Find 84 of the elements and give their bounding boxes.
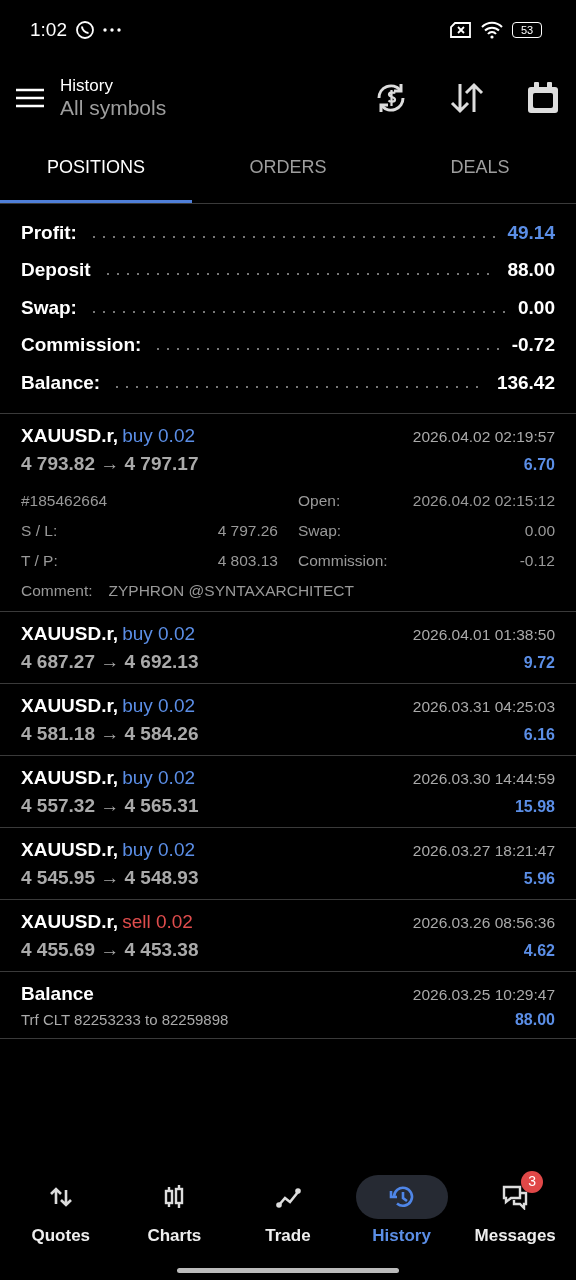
deal-row[interactable]: XAUUSD.r, buy 0.02 2026.03.27 18:21:47 4 545.95 → 4 548.93 5.96 bbox=[0, 827, 576, 899]
summary-label: Balance: bbox=[21, 370, 101, 395]
battery-icon: 53 bbox=[512, 22, 542, 38]
deal-time: 2026.03.25 10:29:47 bbox=[412, 984, 555, 1005]
price-change: 4 581.18 → 4 584.26 bbox=[21, 722, 199, 746]
deal-row[interactable]: XAUUSD.r, buy 0.02 2026.03.31 04:25:03 4 581.18 → 4 584.26 6.16 bbox=[0, 683, 576, 755]
order-type: buy 0.02 bbox=[122, 837, 196, 862]
profit-value: 9.72 bbox=[523, 653, 555, 673]
order-type: buy 0.02 bbox=[122, 621, 196, 646]
ticket-number: #185462664 bbox=[21, 490, 108, 511]
transfer-comment: Trf CLT 82253233 to 82259898 bbox=[21, 1010, 229, 1030]
wifi-icon bbox=[480, 21, 504, 39]
deal-time: 2026.03.30 14:44:59 bbox=[412, 768, 555, 789]
summary-label: Commission: bbox=[21, 333, 142, 357]
symbol-name: XAUUSD.r, bbox=[21, 909, 119, 934]
price-change: 4 687.27 → 4 692.13 bbox=[21, 650, 199, 674]
status-time: 1:02 bbox=[30, 17, 67, 42]
symbol-name: XAUUSD.r, bbox=[21, 837, 119, 862]
nav-tab[interactable]: Charts bbox=[118, 1174, 231, 1248]
sort-icon[interactable] bbox=[450, 81, 484, 114]
order-type: buy 0.02 bbox=[122, 423, 196, 448]
detail-label: Comment: bbox=[21, 581, 93, 602]
summary-value: 0.00 bbox=[518, 295, 555, 320]
profit-value: 6.70 bbox=[523, 455, 555, 475]
tab[interactable]: ORDERS bbox=[192, 135, 384, 203]
symbol-name: Balance bbox=[21, 981, 94, 1006]
profit-value: 6.16 bbox=[523, 725, 555, 745]
summary-value: 49.14 bbox=[507, 220, 555, 245]
chat-app-icon bbox=[75, 20, 95, 40]
tab[interactable]: POSITIONS bbox=[0, 135, 192, 203]
profit-value: 15.98 bbox=[514, 797, 555, 817]
order-type: buy 0.02 bbox=[122, 693, 196, 718]
price-change: 4 455.69 → 4 453.38 bbox=[21, 938, 199, 962]
history-icon bbox=[388, 1183, 415, 1210]
screen-title: History bbox=[60, 75, 114, 97]
profit-value: 4.62 bbox=[523, 941, 555, 961]
symbol-name: XAUUSD.r, bbox=[21, 765, 119, 790]
deal-time: 2026.03.27 18:21:47 bbox=[412, 840, 555, 861]
deal-time: 2026.03.26 08:56:36 bbox=[412, 912, 555, 933]
summary-value: 88.00 bbox=[507, 258, 555, 282]
summary-label: Deposit bbox=[21, 258, 91, 282]
price-change: 4 545.95 → 4 548.93 bbox=[21, 866, 199, 890]
detail-label: Swap: bbox=[298, 520, 342, 541]
comment-text: ZYPHRON @SYNTAXARCHITECT bbox=[108, 581, 354, 602]
deal-row[interactable]: XAUUSD.r, buy 0.02 2026.03.30 14:44:59 4 557.32 → 4 565.31 15.98 bbox=[0, 755, 576, 827]
detail-label: Open: bbox=[298, 490, 341, 511]
deal-row[interactable]: XAUUSD.r, sell 0.02 2026.03.26 08:56:36 4 455.69 → 4 453.38 4.62 bbox=[0, 899, 576, 971]
summary-label: Swap: bbox=[21, 295, 77, 320]
nav-tab[interactable]: Quotes bbox=[4, 1174, 117, 1248]
detail-value: 0.00 bbox=[524, 520, 555, 541]
deal-time: 2026.04.02 02:19:57 bbox=[412, 426, 555, 447]
profit-value: 88.00 bbox=[514, 1010, 555, 1030]
detail-value: -0.12 bbox=[519, 551, 555, 571]
messages-icon bbox=[502, 1183, 529, 1210]
detail-label: T / P: bbox=[21, 551, 58, 571]
symbol-filter[interactable]: All symbols bbox=[60, 96, 167, 120]
symbol-name: XAUUSD.r, bbox=[21, 423, 119, 448]
price-change: 4 557.32 → 4 565.31 bbox=[21, 794, 199, 818]
deal-time: 2026.03.31 04:25:03 bbox=[412, 696, 555, 717]
price-change: 4 793.82 → 4 797.17 bbox=[21, 452, 199, 476]
notification-badge: 3 bbox=[521, 1170, 544, 1193]
detail-value: 4 803.13 bbox=[217, 551, 278, 571]
nav-tab[interactable]: Trade bbox=[232, 1174, 344, 1248]
detail-label: Commission: bbox=[298, 551, 388, 571]
order-type: sell 0.02 bbox=[122, 909, 193, 934]
order-type: buy 0.02 bbox=[122, 765, 196, 790]
summary-label: Profit: bbox=[21, 220, 77, 245]
calendar-icon[interactable] bbox=[526, 80, 560, 115]
more-icon bbox=[103, 28, 121, 32]
deal-time: 2026.04.01 01:38:50 bbox=[412, 624, 555, 645]
symbol-name: XAUUSD.r, bbox=[21, 693, 119, 718]
detail-value: 4 797.26 bbox=[217, 520, 278, 541]
symbol-name: XAUUSD.r, bbox=[21, 621, 119, 646]
deal-row[interactable]: XAUUSD.r, buy 0.02 2026.04.02 02:19:57 4 793.82 → 4 797.17 6.70 #185462664 Open: 2026.04.02 02:15:12 S / L: 4 797.26 Swap: 0.00 T / P: 4 803.13 Commission: -0.12 Comment: ZYPHRON @SYNTAXARCHITECT bbox=[0, 413, 576, 611]
detail-value: 2026.04.02 02:15:12 bbox=[412, 490, 555, 511]
profit-value: 5.96 bbox=[523, 869, 555, 889]
deal-row[interactable]: Balance 2026.03.25 10:29:47 Trf CLT 82253233 to 82259898 88.00 bbox=[0, 971, 576, 1038]
deal-row[interactable]: XAUUSD.r, buy 0.02 2026.04.01 01:38:50 4 687.27 → 4 692.13 9.72 bbox=[0, 611, 576, 683]
menu-icon[interactable] bbox=[16, 87, 44, 108]
sim-icon bbox=[450, 22, 472, 38]
detail-label: S / L: bbox=[21, 520, 58, 541]
summary-value: 136.42 bbox=[496, 370, 555, 395]
tab[interactable]: DEALS bbox=[384, 135, 576, 203]
summary-value: -0.72 bbox=[511, 333, 555, 357]
